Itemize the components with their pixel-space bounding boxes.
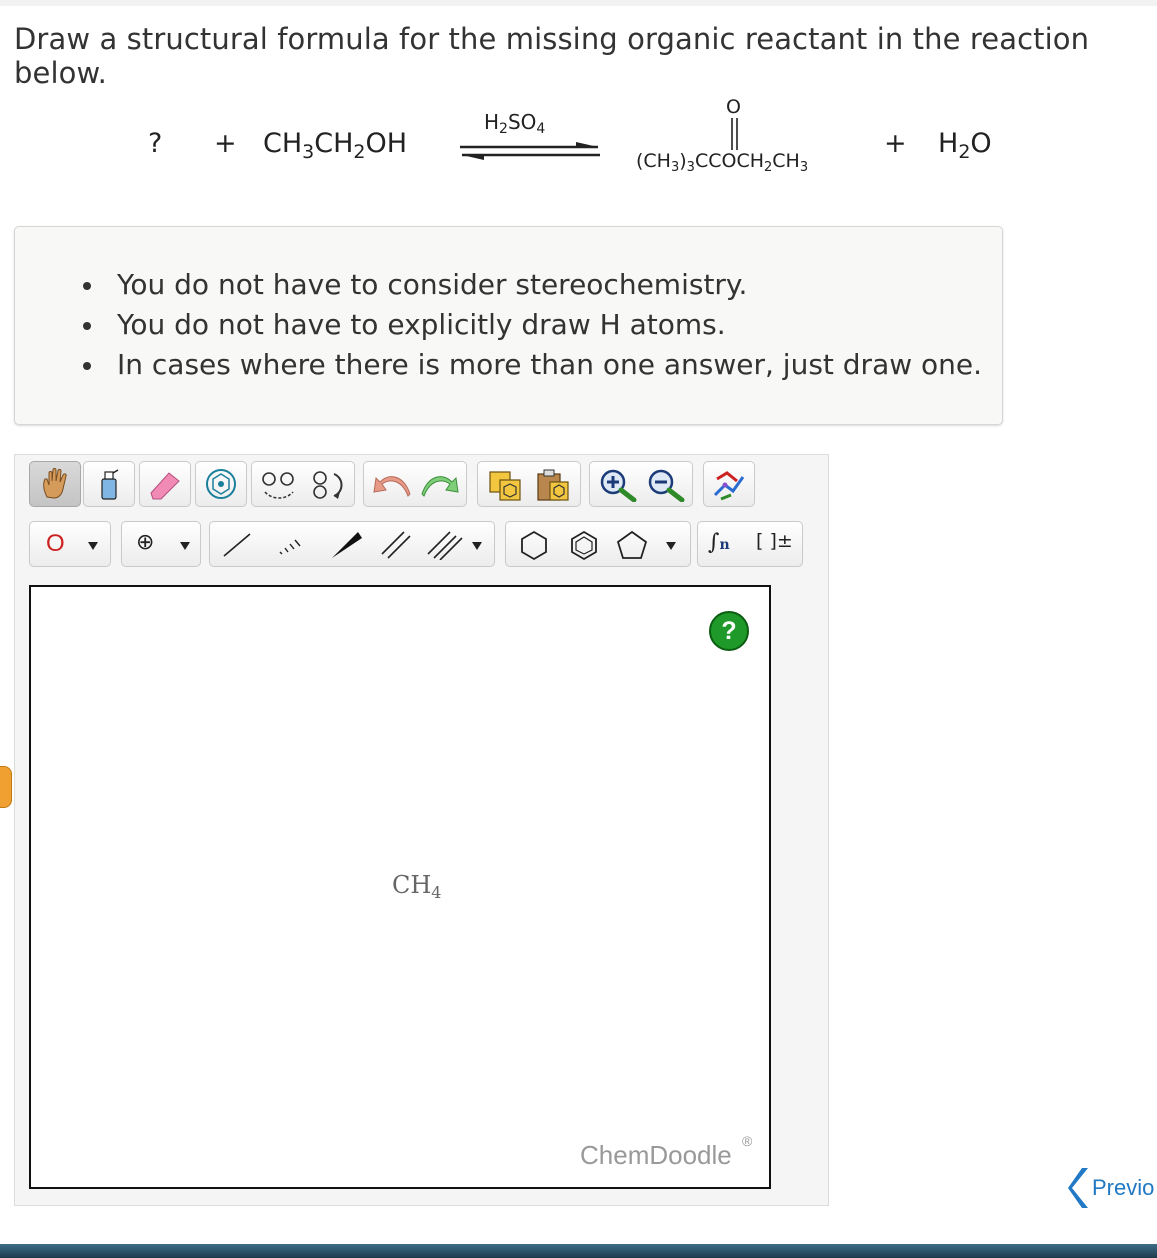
selection-tools-group — [251, 461, 355, 507]
clipboard-tools-group — [477, 461, 581, 507]
charge-plus-icon: ⊕ — [136, 530, 155, 555]
eraser-button[interactable] — [139, 461, 191, 507]
canvas-molecule-label[interactable]: CH4 — [392, 871, 441, 902]
zoom-in-icon[interactable] — [598, 468, 638, 502]
eraser-icon — [150, 472, 180, 500]
clear-bottle-icon — [101, 469, 119, 500]
catalyst-formula: H2SO4 — [484, 110, 546, 137]
bond-tools-group — [209, 521, 495, 567]
instruction-item: You do not have to consider stereochemis… — [83, 265, 982, 305]
template-lasso-button[interactable] — [195, 461, 247, 507]
triple-bond-icon[interactable] — [424, 530, 464, 560]
top-rule — [0, 0, 1157, 6]
equilibrium-arrow-icon — [460, 142, 600, 160]
benzene-icon[interactable] — [566, 528, 602, 562]
hand-tool-button[interactable] — [29, 461, 81, 507]
history-tools-group — [363, 461, 467, 507]
clean-molecule-icon — [713, 471, 745, 501]
zoom-out-icon[interactable] — [646, 468, 686, 502]
atom-label: O — [46, 530, 65, 557]
hashed-bond-icon[interactable] — [272, 530, 308, 560]
plus-sign: + — [214, 128, 237, 159]
chevron-down-icon — [180, 542, 190, 550]
clear-button[interactable] — [83, 461, 135, 507]
instructions-box: You do not have to consider stereochemis… — [14, 226, 1003, 425]
previous-label: Previo — [1092, 1175, 1155, 1200]
carbonyl-oxygen: O — [726, 96, 741, 118]
cyclopentane-icon[interactable] — [614, 528, 650, 562]
water-formula: H2O — [938, 128, 992, 163]
chevron-down-icon[interactable] — [666, 542, 676, 550]
paste-icon[interactable] — [534, 468, 574, 502]
drawing-canvas[interactable]: CH4 ? ChemDoodle ® — [29, 585, 771, 1189]
ring-lasso-icon — [206, 469, 236, 499]
zoom-tools-group — [589, 461, 693, 507]
registered-mark: ® — [742, 1133, 753, 1149]
double-bond-tool-icon[interactable] — [378, 530, 414, 560]
instructions-list: You do not have to consider stereochemis… — [83, 265, 982, 385]
chemdoodle-editor: O ⊕ ∫n [ ]± CH4 ? ChemDoodle ® — [14, 454, 829, 1206]
polymer-bracket-icon[interactable]: ∫n — [708, 530, 730, 555]
ester-formula: (CH3)3CCOCH2CH3 — [636, 150, 809, 175]
side-tab[interactable] — [0, 766, 12, 808]
single-bond-icon[interactable] — [220, 530, 256, 560]
unknown-reactant: ? — [148, 128, 163, 159]
question-prompt: Draw a structural formula for the missin… — [14, 22, 1090, 90]
instruction-item: You do not have to explicitly draw H ato… — [83, 305, 982, 345]
charge-dropdown[interactable]: ⊕ — [121, 521, 201, 567]
charge-bracket-icon[interactable]: [ ]± — [756, 530, 793, 552]
undo-icon[interactable] — [372, 470, 412, 500]
bracket-tools-group: ∫n [ ]± — [697, 521, 803, 567]
chevron-left-icon — [1068, 1168, 1088, 1208]
redo-icon[interactable] — [420, 470, 460, 500]
hand-icon — [43, 468, 67, 499]
help-button[interactable]: ? — [709, 611, 749, 651]
ethanol-formula: CH3CH2OH — [263, 128, 408, 163]
copy-icon[interactable] — [486, 468, 526, 502]
chemdoodle-logo: ChemDoodle — [580, 1140, 732, 1170]
select-molecule-icon[interactable] — [260, 470, 298, 500]
previous-button[interactable]: Previo — [1068, 1166, 1154, 1210]
ring-tools-group — [505, 521, 691, 567]
instruction-item: In cases where there is more than one an… — [83, 345, 982, 385]
chevron-down-icon[interactable] — [472, 542, 482, 550]
wedge-bond-icon[interactable] — [328, 530, 364, 560]
double-bond-icon — [731, 118, 738, 150]
bottom-bar — [0, 1244, 1157, 1258]
clean-structure-button[interactable] — [703, 461, 755, 507]
chevron-down-icon — [88, 542, 98, 550]
cyclohexane-icon[interactable] — [516, 528, 552, 562]
atom-label-dropdown[interactable]: O — [29, 521, 111, 567]
rotate-molecule-icon[interactable] — [308, 470, 348, 500]
plus-sign: + — [884, 128, 907, 159]
